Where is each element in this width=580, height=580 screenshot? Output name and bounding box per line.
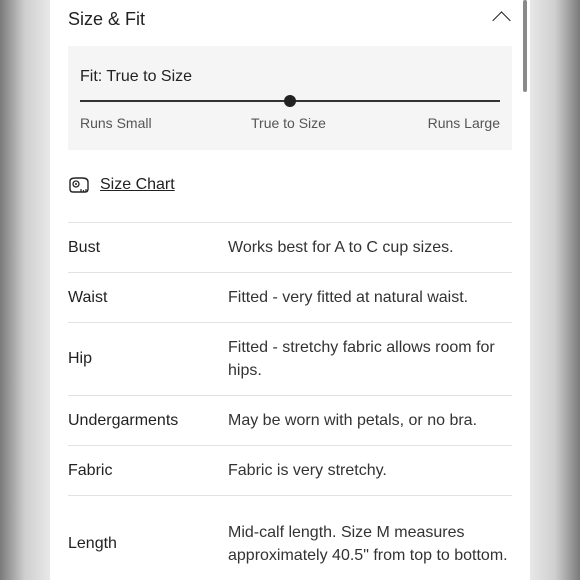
- row-value: Fitted - very fitted at natural waist.: [228, 289, 469, 306]
- fit-label: Fit: True to Size: [80, 68, 193, 85]
- fit-details-table: Bust Works best for A to C cup sizes. Wa…: [68, 222, 512, 580]
- row-label: Hip: [68, 350, 93, 367]
- table-row-bust: Bust Works best for A to C cup sizes.: [68, 222, 512, 272]
- chevron-up-icon[interactable]: [492, 11, 511, 30]
- fit-scale-box: Fit: True to Size Runs Small True to Siz…: [68, 46, 512, 150]
- row-label: Undergarments: [68, 411, 179, 429]
- row-value: Works best for A to C cup sizes.: [228, 239, 454, 256]
- fit-scale-label-small: Runs Small: [80, 115, 152, 131]
- row-value: Fabric is very stretchy.: [228, 462, 387, 479]
- row-label: Waist: [68, 288, 108, 306]
- measuring-tape-icon: [69, 177, 89, 193]
- row-value: May be worn with petals, or no bra.: [228, 412, 478, 429]
- size-chart-link[interactable]: Size Chart: [100, 176, 175, 194]
- section-title: Size & Fit: [68, 9, 146, 29]
- fit-scale-indicator: [284, 95, 296, 107]
- table-row-undergarments: Undergarments May be worn with petals, o…: [68, 395, 512, 445]
- row-label: Bust: [68, 238, 101, 256]
- scrollbar[interactable]: [523, 0, 527, 92]
- table-row-waist: Waist Fitted - very fitted at natural wa…: [68, 272, 512, 322]
- table-row-hip: Hip Fitted - stretchy fabric allows room…: [68, 322, 512, 395]
- row-label: Fabric: [68, 461, 113, 479]
- fit-scale-label-large: Runs Large: [427, 115, 500, 131]
- row-label: Length: [68, 535, 117, 552]
- row-value: Mid-calf length. Size M measures approxi…: [228, 524, 508, 564]
- row-value: Fitted - stretchy fabric allows room for…: [228, 339, 495, 379]
- table-row-length: Length Mid-calf length. Size M measures …: [68, 495, 512, 580]
- size-fit-header[interactable]: Size & Fit: [68, 8, 512, 32]
- table-row-fabric: Fabric Fabric is very stretchy.: [68, 445, 512, 495]
- size-fit-panel: Size & Fit Fit: True to Size Runs Small …: [50, 0, 530, 580]
- fit-scale-label-true: True to Size: [251, 115, 326, 131]
